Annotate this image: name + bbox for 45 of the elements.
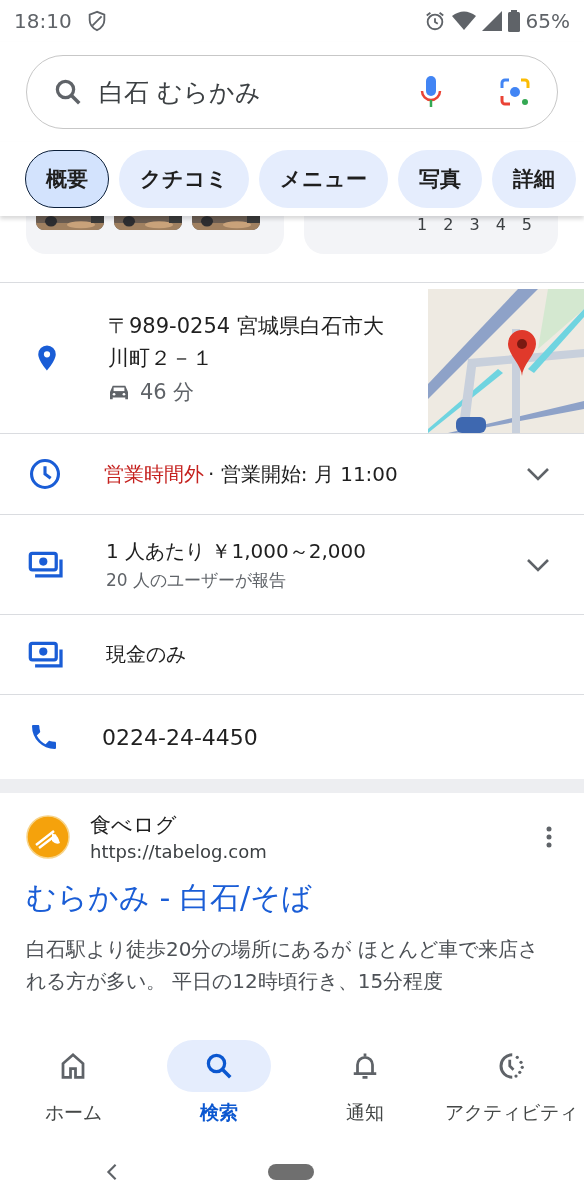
chevron-down-icon[interactable] (526, 467, 550, 481)
back-icon[interactable] (106, 1163, 118, 1181)
rating-scale-number: 4 (495, 216, 506, 234)
result-snippet: 白石駅より徒歩20分の場所にあるが ほとんど車で来店される方が多い。 平日の12時頃行き、15分程度 (26, 936, 538, 995)
status-time: 18:10 (14, 9, 72, 33)
rating-scale-number: 3 (469, 216, 480, 234)
nav-tab[interactable]: ホーム (0, 1040, 146, 1126)
nav-tab[interactable]: 検索 (146, 1040, 292, 1126)
battery-icon (507, 10, 520, 32)
more-options-icon[interactable] (546, 825, 552, 848)
tab-chip[interactable]: 写真 (398, 150, 482, 208)
camera-lens-icon[interactable] (499, 76, 531, 108)
result-title-link[interactable]: むらかみ - 白石/そば (26, 878, 558, 919)
site-name: 食べログ (90, 812, 178, 839)
rating-scale-number: 1 (417, 216, 428, 234)
home-gesture-bar[interactable] (268, 1164, 314, 1180)
travel-time: 46 分 (140, 379, 195, 406)
rating-scale-number: 2 (443, 216, 454, 234)
microphone-icon[interactable] (419, 75, 443, 109)
detail-note: 20 人のユーザーが報告 (106, 568, 288, 592)
site-url: https://tabelog.com (90, 841, 268, 862)
search-icon (53, 77, 83, 107)
car-icon (108, 383, 130, 401)
rating-scale-number: 5 (521, 216, 532, 234)
tab-chip[interactable]: クチコミ (119, 150, 249, 208)
money-icon (28, 639, 64, 670)
nav-tab[interactable]: アクティビティ (438, 1040, 584, 1126)
open-status: 営業時間外 (104, 460, 204, 488)
tab-chip[interactable]: 詳細 (492, 150, 576, 208)
tab-chip[interactable]: メニュー (259, 150, 388, 208)
detail-text: 0224-24-4450 (102, 724, 259, 750)
detail-text: 1 人あたり ￥1,000～2,000 (106, 537, 367, 565)
address-text: 〒989-0254 宮城県白石市大川町２－１ (108, 313, 385, 372)
tab-chip[interactable]: 概要 (25, 150, 109, 208)
signal-icon (481, 11, 502, 31)
site-logo-icon (26, 814, 70, 859)
chevron-down-icon[interactable] (526, 557, 550, 572)
nav-tab[interactable]: 通知 (292, 1040, 438, 1126)
hours-text: · 営業開始: 月 11:00 (208, 460, 398, 488)
battery-level: 65% (525, 9, 570, 33)
wifi-icon (451, 11, 476, 31)
search-icon (204, 1051, 234, 1081)
clock-icon (28, 457, 62, 491)
detail-text: 現金のみ (106, 641, 187, 668)
money-icon (28, 549, 64, 580)
